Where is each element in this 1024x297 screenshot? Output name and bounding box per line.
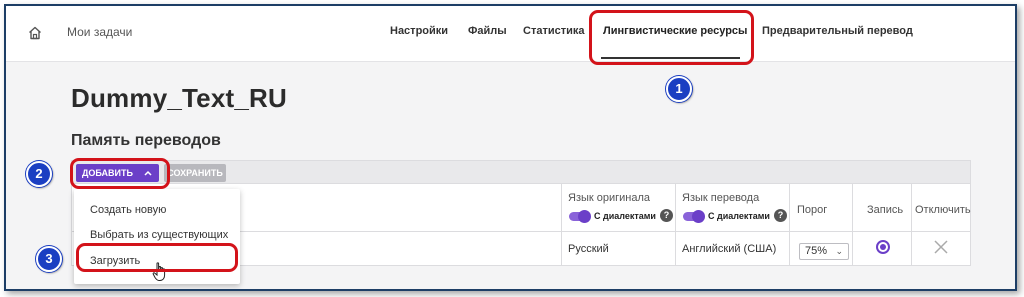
target-dialects-label: С диалектами (708, 211, 770, 221)
source-dialects-label: С диалектами (594, 211, 656, 221)
header-source-language: Язык оригинала (568, 192, 651, 204)
callout-highlight-3 (76, 243, 238, 272)
threshold-value: 75% (805, 245, 828, 257)
callout-badge-1: 1 (666, 76, 692, 102)
my-tasks-link[interactable]: Мои задачи (67, 25, 132, 39)
help-icon[interactable]: ? (660, 209, 673, 222)
column-divider (789, 184, 790, 265)
header-threshold: Порог (797, 204, 828, 216)
app-window: Мои задачи Настройки Файлы Статистика Ли… (4, 4, 1017, 291)
nav-settings[interactable]: Настройки (390, 25, 448, 37)
cell-target-language: Английский (США) (682, 243, 777, 255)
column-divider (675, 184, 676, 265)
cell-source-language: Русский (568, 243, 609, 255)
nav-files[interactable]: Файлы (468, 25, 507, 37)
page-title: Dummy_Text_RU (71, 83, 287, 113)
top-navigation-bar: Мои задачи Настройки Файлы Статистика Ли… (6, 6, 1015, 62)
nav-pretranslation[interactable]: Предварительный перевод (762, 25, 913, 37)
section-title: Память переводов (71, 132, 221, 149)
threshold-select[interactable]: 75% ⌄ (799, 243, 849, 260)
column-divider (561, 184, 562, 265)
save-button[interactable]: СОХРАНИТЬ (164, 164, 226, 182)
callout-badge-3: 3 (36, 246, 62, 272)
column-divider (852, 184, 853, 265)
menu-item-create-new[interactable]: Создать новую (90, 204, 166, 216)
callout-highlight-2 (70, 158, 170, 189)
write-radio[interactable] (876, 240, 890, 254)
header-disable: Отключить (915, 204, 971, 216)
callout-highlight-1 (589, 10, 754, 65)
header-write: Запись (867, 204, 904, 216)
target-dialects-toggle[interactable] (683, 210, 705, 223)
nav-statistics[interactable]: Статистика (523, 25, 585, 37)
home-icon[interactable] (27, 25, 43, 41)
column-divider (911, 184, 912, 265)
callout-badge-2: 2 (26, 161, 52, 187)
chevron-down-icon: ⌄ (835, 246, 843, 256)
source-dialects-toggle[interactable] (569, 210, 591, 223)
close-icon[interactable] (933, 239, 949, 255)
menu-item-choose-existing[interactable]: Выбрать из существующих (90, 229, 228, 241)
help-icon[interactable]: ? (774, 209, 787, 222)
header-target-language: Язык перевода (682, 192, 760, 204)
